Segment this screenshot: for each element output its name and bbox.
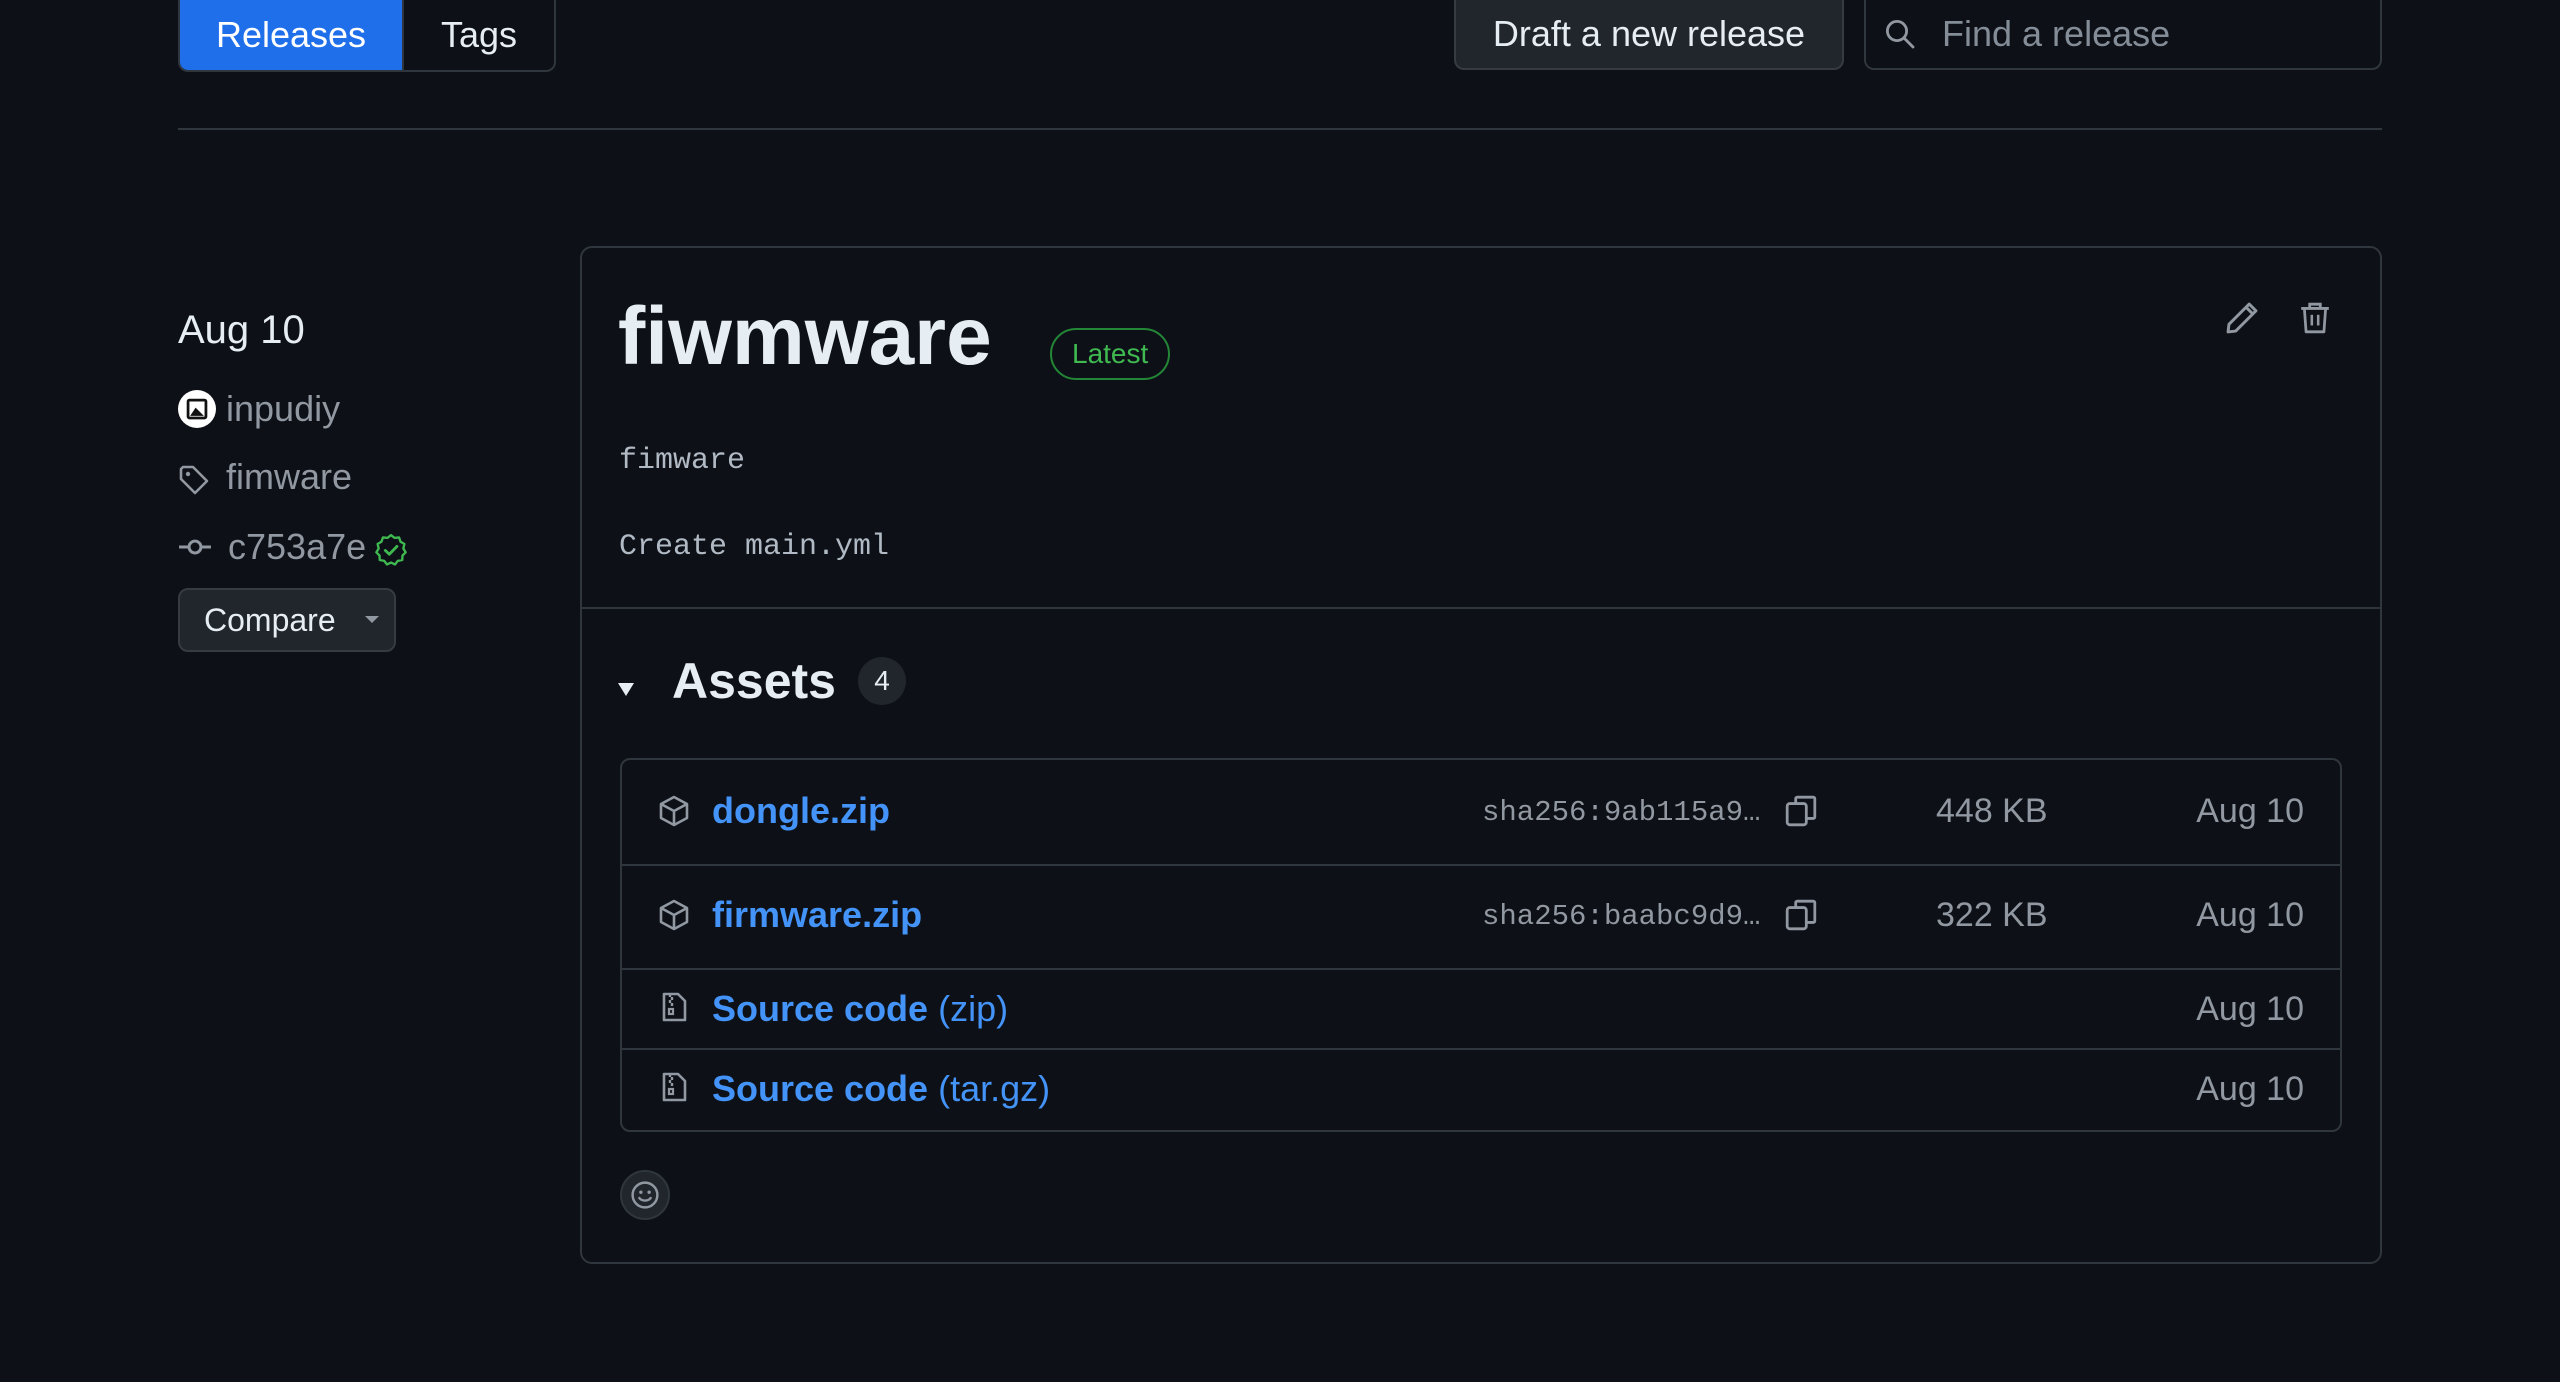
add-reaction-button[interactable] <box>620 1170 670 1220</box>
asset-sha: sha256:baabc9d9… <box>1482 900 1761 933</box>
copy-icon[interactable] <box>1784 898 1818 932</box>
file-zip-icon <box>658 990 690 1024</box>
package-icon <box>658 898 690 932</box>
asset-date: Aug 10 <box>2196 990 2304 1028</box>
tab-releases[interactable]: Releases <box>180 0 402 70</box>
search-input[interactable] <box>1942 13 2362 55</box>
asset-link[interactable]: firmware.zip <box>712 894 922 936</box>
commit-icon <box>178 530 212 564</box>
asset-size: 322 KB <box>1936 896 2048 934</box>
source-zip-link[interactable]: Source code (zip) <box>712 988 1008 1030</box>
tag-name: fimware <box>226 456 353 497</box>
author-link[interactable]: inpudiy <box>178 388 340 430</box>
release-date: Aug 10 <box>178 308 305 352</box>
avatar <box>178 390 216 428</box>
source-targz-link[interactable]: Source code (tar.gz) <box>712 1068 1050 1110</box>
search-icon <box>1884 18 1916 50</box>
file-zip-icon <box>658 1070 690 1104</box>
source-label: Source code <box>712 988 929 1029</box>
asset-date: Aug 10 <box>2196 792 2304 830</box>
release-tabs: Releases Tags <box>178 0 556 72</box>
verified-icon[interactable] <box>374 533 408 567</box>
release-title[interactable]: fiwmware <box>618 296 992 378</box>
commit-hash: c753a7e <box>228 526 367 567</box>
source-label: Source code <box>712 1068 929 1109</box>
trash-icon[interactable] <box>2298 300 2332 336</box>
latest-badge: Latest <box>1050 328 1171 380</box>
asset-sha: sha256:9ab115a9… <box>1482 796 1761 829</box>
caret-down-icon <box>364 615 380 625</box>
tab-tags[interactable]: Tags <box>402 0 554 70</box>
author-name: inpudiy <box>226 388 341 429</box>
commit-link[interactable]: c753a7e <box>178 526 408 568</box>
package-icon <box>658 794 690 828</box>
copy-icon[interactable] <box>1784 794 1818 828</box>
release-body-line: fimware <box>619 444 746 478</box>
assets-count: 4 <box>858 657 906 705</box>
tag-link[interactable]: fimware <box>178 456 352 498</box>
list-item: firmware.zip sha256:baabc9d9… 322 KB Aug… <box>622 864 2340 970</box>
list-item: dongle.zip sha256:9ab115a9… 448 KB Aug 1… <box>622 760 2340 866</box>
list-item: Source code (zip) Aug 10 <box>622 968 2340 1050</box>
compare-button[interactable]: Compare <box>178 588 396 652</box>
source-ext: (tar.gz) <box>938 1068 1051 1109</box>
assets-title: Assets <box>672 653 836 709</box>
asset-date: Aug 10 <box>2196 896 2304 934</box>
compare-label: Compare <box>204 601 336 638</box>
assets-header[interactable]: Assets 4 <box>616 652 906 710</box>
tag-icon <box>178 464 210 496</box>
draft-release-button[interactable]: Draft a new release <box>1454 0 1844 70</box>
asset-link[interactable]: dongle.zip <box>712 790 890 832</box>
asset-date: Aug 10 <box>2196 1070 2304 1108</box>
release-body-line: Create main.yml <box>619 530 890 564</box>
source-ext: (zip) <box>938 988 1009 1029</box>
asset-size: 448 KB <box>1936 792 2048 830</box>
card-divider <box>580 607 2382 609</box>
edit-icon[interactable] <box>2224 300 2260 336</box>
smiley-icon <box>630 1180 660 1210</box>
assets-list: dongle.zip sha256:9ab115a9… 448 KB Aug 1… <box>620 758 2342 1132</box>
list-item: Source code (tar.gz) Aug 10 <box>622 1048 2340 1130</box>
triangle-down-icon <box>616 680 636 698</box>
header-divider <box>178 128 2382 130</box>
release-search <box>1864 0 2382 70</box>
